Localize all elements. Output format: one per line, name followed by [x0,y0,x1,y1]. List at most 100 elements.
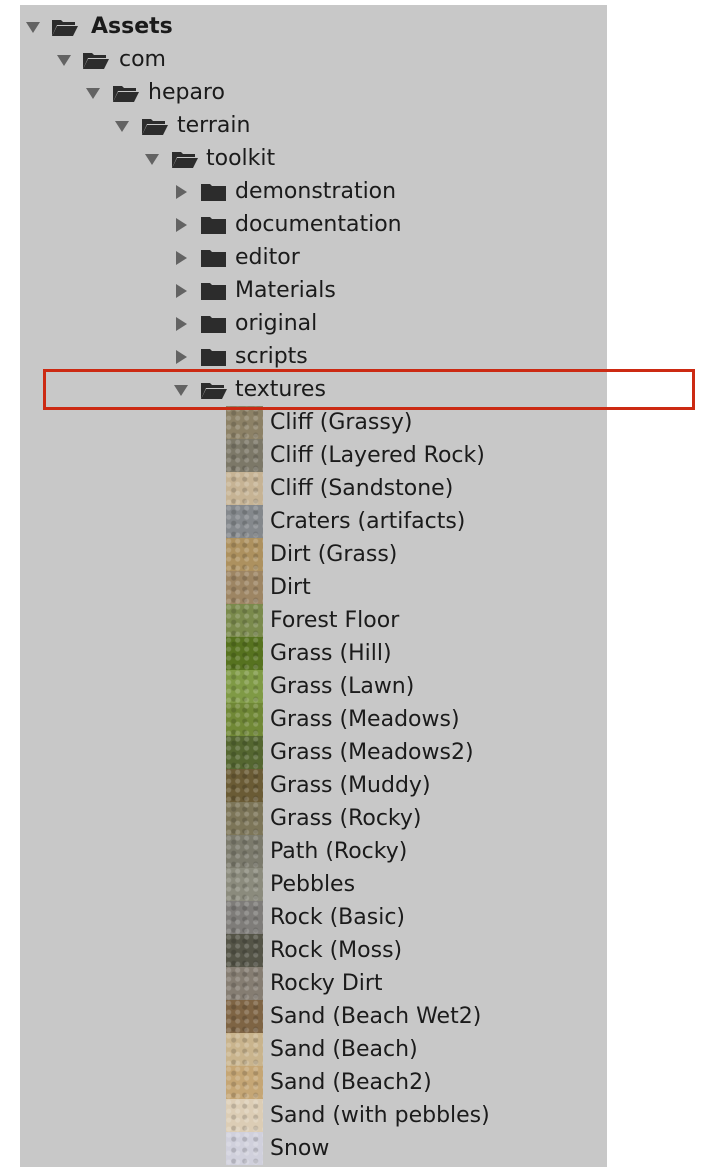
texture-thumbnail-icon [226,1066,263,1099]
collapsed-arrow-icon[interactable] [172,175,190,208]
tree-row-toolkit[interactable]: toolkit [20,142,607,175]
texture-asset-item[interactable]: Grass (Meadows2) [226,736,586,769]
tree-label-toolkit: toolkit [206,146,276,171]
tree-label-assets: Assets [91,14,173,39]
tree-row-folder[interactable]: demonstration [20,175,607,208]
texture-asset-item[interactable]: Grass (Meadows) [226,703,586,736]
tree-label-folder: original [235,311,318,336]
texture-thumbnail-icon [226,571,263,604]
tree-label-folder: Materials [235,278,336,303]
texture-asset-label: Grass (Meadows2) [270,740,474,765]
texture-asset-label: Grass (Lawn) [270,674,415,699]
project-tree-panel: Assets com heparo terrain toolkit demons… [20,5,607,1167]
texture-thumbnail-icon [226,835,263,868]
expanded-arrow-icon[interactable] [113,109,131,142]
texture-asset-item[interactable]: Sand (Beach) [226,1033,586,1066]
texture-asset-label: Cliff (Sandstone) [270,476,454,501]
collapsed-arrow-icon[interactable] [172,208,190,241]
collapsed-arrow-icon[interactable] [172,340,190,373]
collapsed-arrow-icon[interactable] [172,307,190,340]
texture-asset-item[interactable]: Grass (Hill) [226,637,586,670]
texture-asset-item[interactable]: Grass (Muddy) [226,769,586,802]
texture-asset-item[interactable]: Rock (Basic) [226,901,586,934]
texture-asset-label: Sand (with pebbles) [270,1103,490,1128]
collapsed-arrow-icon[interactable] [172,241,190,274]
tree-label-folder: documentation [235,212,402,237]
texture-thumbnail-icon [226,934,263,967]
texture-asset-label: Grass (Hill) [270,641,392,666]
tree-row-folder[interactable]: Materials [20,274,607,307]
texture-thumbnail-icon [226,802,263,835]
texture-asset-label: Forest Floor [270,608,400,633]
expanded-arrow-icon[interactable] [24,10,42,43]
tree-row-com[interactable]: com [20,43,607,76]
texture-asset-item[interactable]: Craters (artifacts) [226,505,586,538]
texture-thumbnail-icon [226,868,263,901]
texture-asset-item[interactable]: Sand (Beach2) [226,1066,586,1099]
texture-thumbnail-icon [226,967,263,1000]
texture-thumbnail-icon [226,406,263,439]
expanded-arrow-icon[interactable] [55,43,73,76]
texture-asset-label: Sand (Beach) [270,1037,418,1062]
tree-row-folder[interactable]: scripts [20,340,607,373]
texture-asset-item[interactable]: Cliff (Layered Rock) [226,439,586,472]
texture-asset-item[interactable]: Grass (Rocky) [226,802,586,835]
texture-thumbnail-icon [226,736,263,769]
texture-thumbnail-icon [226,505,263,538]
texture-asset-item[interactable]: Rock (Moss) [226,934,586,967]
texture-asset-label: Snow [270,1136,330,1161]
tree-row-heparo[interactable]: heparo [20,76,607,109]
texture-asset-label: Cliff (Grassy) [270,410,413,435]
texture-asset-label: Sand (Beach2) [270,1070,432,1095]
tree-row-terrain[interactable]: terrain [20,109,607,142]
open-folder-icon [112,83,140,103]
tree-row-folder[interactable]: editor [20,241,607,274]
collapsed-arrow-icon[interactable] [172,274,190,307]
texture-thumbnail-icon [226,703,263,736]
open-folder-icon [171,149,199,169]
texture-thumbnail-icon [226,901,263,934]
tree-row-folder[interactable]: original [20,307,607,340]
texture-thumbnail-icon [226,670,263,703]
texture-asset-item[interactable]: Dirt (Grass) [226,538,586,571]
texture-thumbnail-icon [226,439,263,472]
texture-asset-label: Dirt (Grass) [270,542,398,567]
folder-icon [200,182,228,202]
texture-asset-item[interactable]: Cliff (Sandstone) [226,472,586,505]
open-folder-icon [200,380,228,400]
folder-icon [200,248,228,268]
texture-asset-label: Grass (Meadows) [270,707,460,732]
texture-asset-label: Rocky Dirt [270,971,383,996]
texture-asset-item[interactable]: Sand (Beach Wet2) [226,1000,586,1033]
open-folder-icon [51,17,79,37]
tree-label-com: com [119,47,166,72]
texture-thumbnail-icon [226,637,263,670]
texture-asset-item[interactable]: Rocky Dirt [226,967,586,1000]
expanded-arrow-icon[interactable] [143,142,161,175]
texture-asset-label: Path (Rocky) [270,839,408,864]
texture-asset-item[interactable]: Cliff (Grassy) [226,406,586,439]
texture-asset-item[interactable]: Snow [226,1132,586,1165]
texture-asset-item[interactable]: Forest Floor [226,604,586,637]
folder-icon [200,215,228,235]
expanded-arrow-icon[interactable] [172,373,190,406]
texture-asset-item[interactable]: Path (Rocky) [226,835,586,868]
tree-row-assets[interactable]: Assets [20,10,607,43]
expanded-arrow-icon[interactable] [84,76,102,109]
texture-asset-label: Craters (artifacts) [270,509,466,534]
texture-thumbnail-icon [226,604,263,637]
texture-asset-item[interactable]: Grass (Lawn) [226,670,586,703]
texture-asset-label: Rock (Moss) [270,938,403,963]
texture-asset-item[interactable]: Dirt [226,571,586,604]
texture-asset-label: Grass (Rocky) [270,806,422,831]
texture-asset-label: Grass (Muddy) [270,773,431,798]
tree-row-textures[interactable]: textures [20,373,607,406]
folder-icon [200,347,228,367]
texture-thumbnail-icon [226,769,263,802]
texture-asset-item[interactable]: Pebbles [226,868,586,901]
open-folder-icon [141,116,169,136]
tree-row-folder[interactable]: documentation [20,208,607,241]
texture-asset-label: Dirt [270,575,311,600]
tree-label-terrain: terrain [177,113,251,138]
texture-asset-item[interactable]: Sand (with pebbles) [226,1099,586,1132]
